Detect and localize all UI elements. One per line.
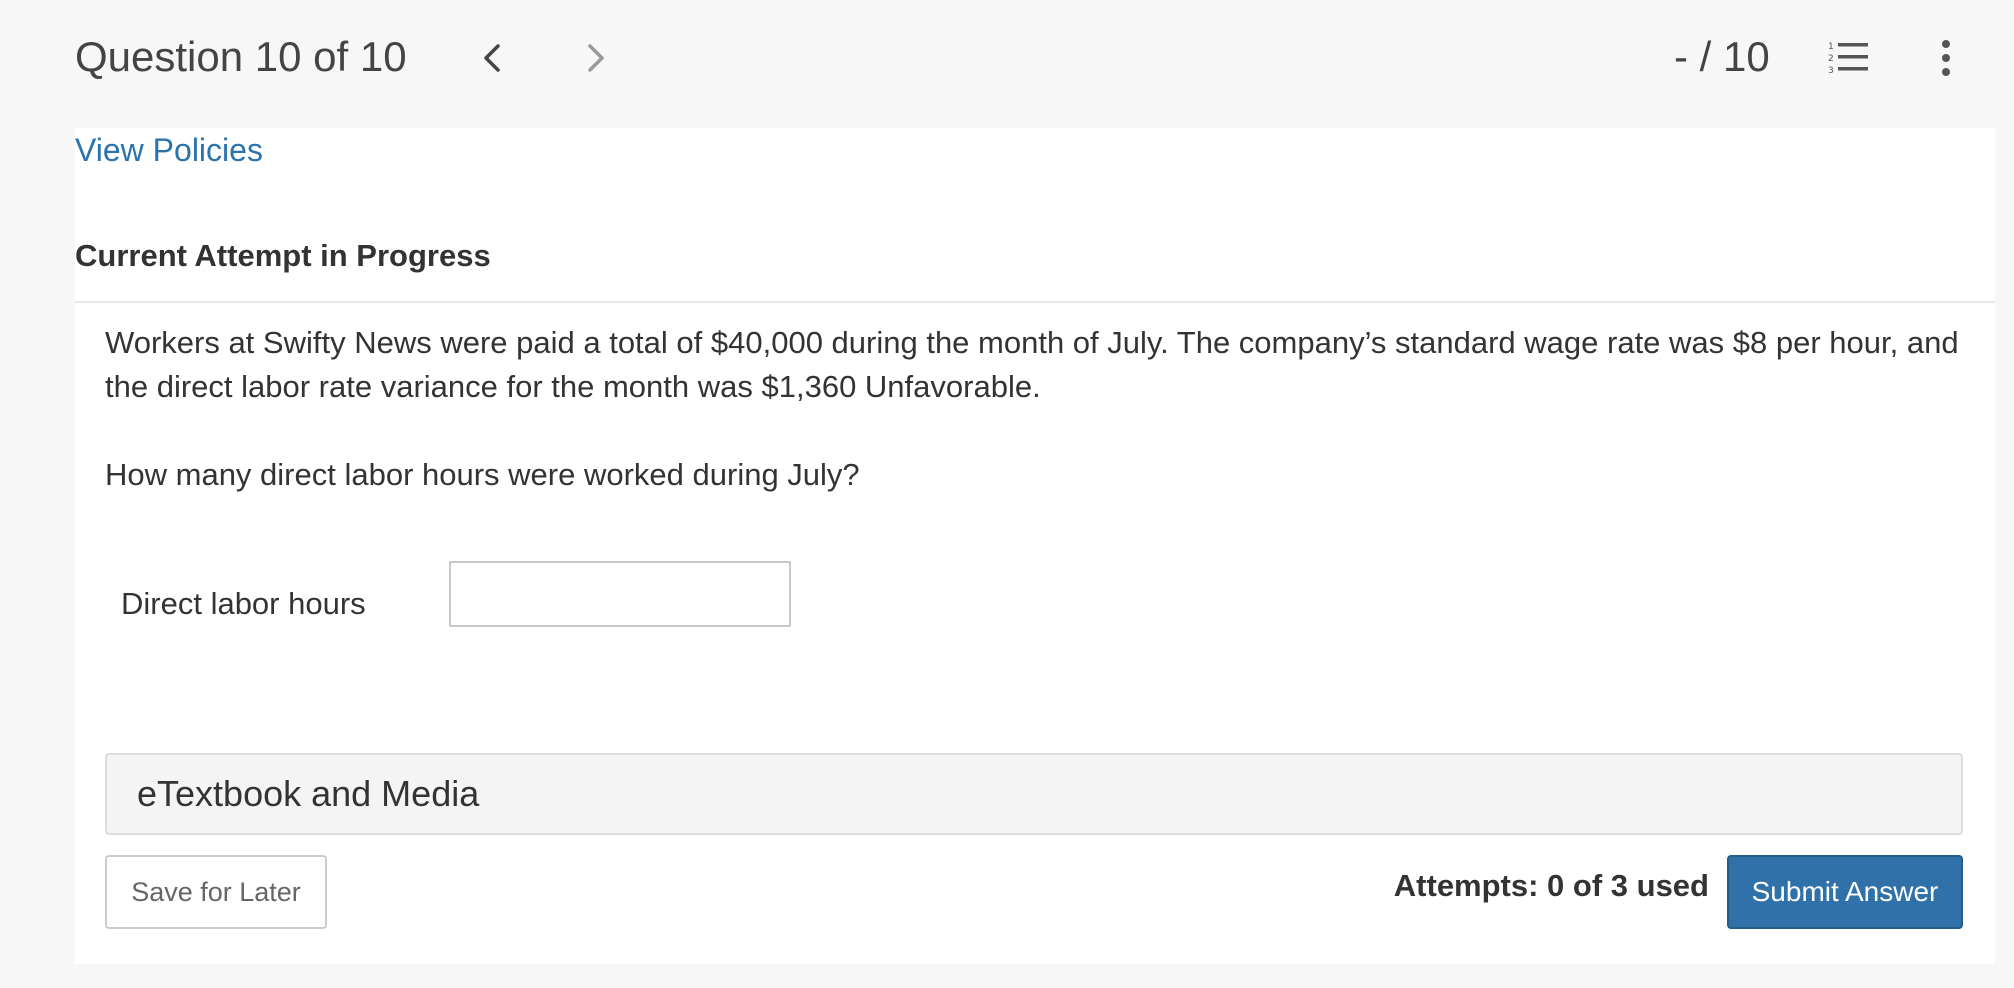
question-counter: Question 10 of 10 [75, 33, 407, 80]
svg-text:3: 3 [1828, 66, 1834, 76]
previous-question-button[interactable] [472, 38, 512, 78]
question-list-button[interactable]: 1 2 3 [1826, 38, 1874, 78]
question-panel: View Policies Current Attempt in Progres… [75, 128, 1995, 964]
question-text: Workers at Swifty News were paid a total… [105, 325, 1959, 404]
attempts-counter: Attempts: 0 of 3 used [1393, 868, 1709, 903]
attempt-heading: Current Attempt in Progress [75, 238, 491, 273]
svg-text:2: 2 [1828, 54, 1834, 64]
question-score: - / 10 [1674, 33, 1770, 80]
answer-label: Direct labor hours [121, 586, 366, 621]
direct-labor-hours-input[interactable] [449, 561, 791, 627]
chevron-left-icon [484, 44, 500, 72]
question-prompt: How many direct labor hours were worked … [105, 457, 860, 492]
numbered-list-icon: 1 2 3 [1828, 42, 1868, 76]
etextbook-media-section[interactable]: eTextbook and Media [105, 753, 1963, 835]
etextbook-media-label: eTextbook and Media [137, 773, 480, 814]
save-for-later-button[interactable]: Save for Later [105, 855, 327, 929]
more-options-button[interactable] [1930, 38, 1962, 78]
chevron-right-icon [588, 44, 604, 72]
svg-text:1: 1 [1828, 42, 1834, 52]
submit-answer-button[interactable]: Submit Answer [1727, 855, 1963, 929]
vertical-ellipsis-icon [1942, 40, 1950, 76]
section-divider [75, 301, 1995, 303]
view-policies-link[interactable]: View Policies [75, 132, 263, 169]
question-nav-bar: Question 10 of 10 - / 10 1 2 3 [0, 0, 2014, 128]
next-question-button[interactable] [576, 38, 616, 78]
